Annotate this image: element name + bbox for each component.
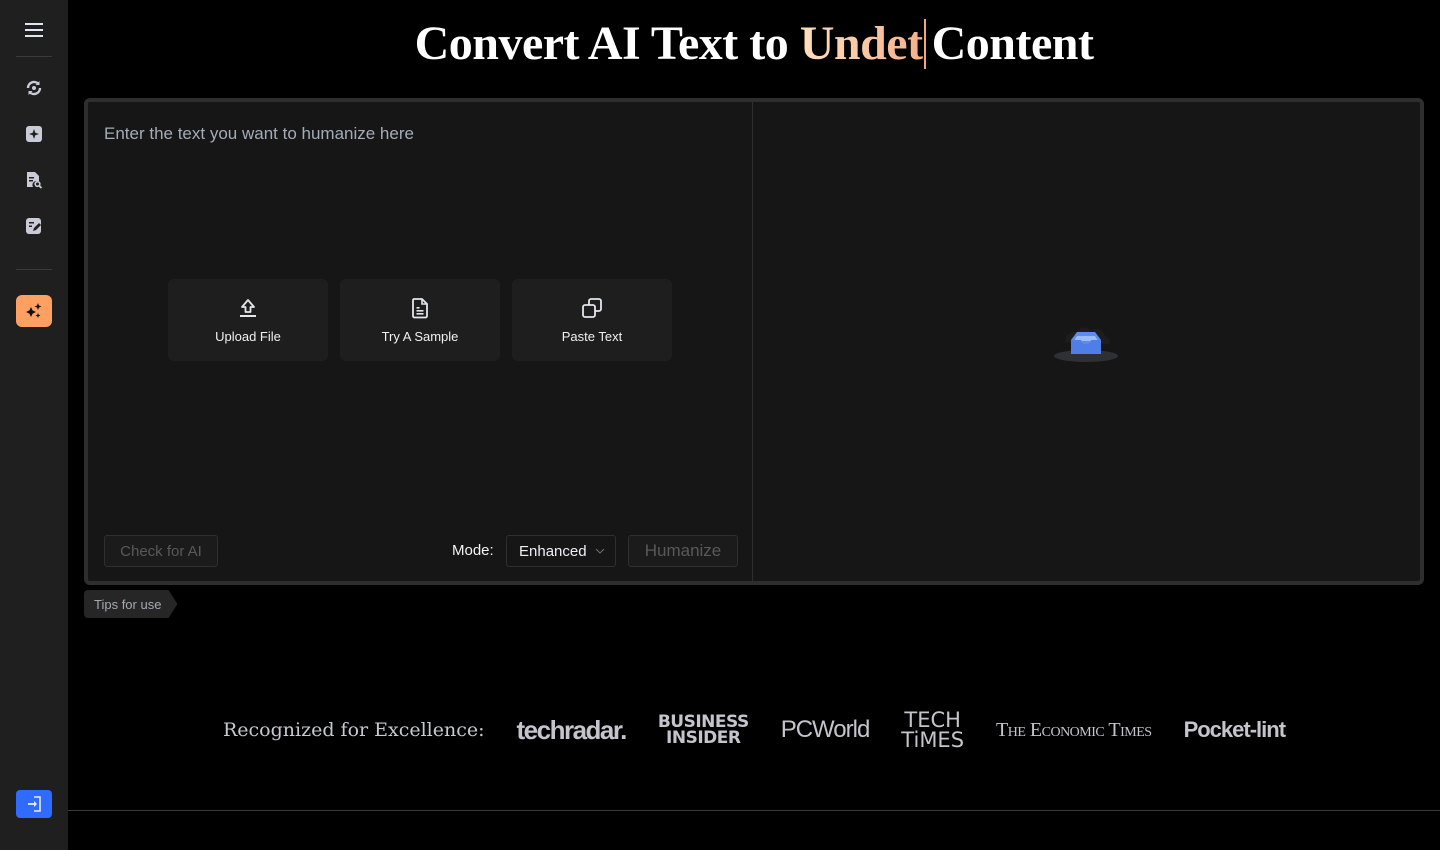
sidebar <box>0 0 68 850</box>
logo-pocket-lint: Pocket-lint <box>1183 717 1286 742</box>
logo-economic-times: The Economic Times <box>996 718 1152 741</box>
logo-line: TiMES <box>901 728 965 752</box>
typing-caret <box>923 19 926 69</box>
mode-label: Mode: <box>452 542 494 559</box>
empty-inbox-icon <box>1054 327 1118 362</box>
title-suffix: Content <box>931 17 1094 70</box>
page-title: Convert AI Text to Undet Content <box>68 16 1440 71</box>
logo-business-insider: BUSINESS INSIDER <box>658 714 749 748</box>
sparkles-icon <box>26 303 42 318</box>
output-pane <box>753 102 1420 581</box>
humanize-button[interactable]: Humanize <box>628 535 738 567</box>
upload-file-label: Upload File <box>215 328 281 344</box>
editor-toolbar: Check for AI Mode: Enhanced Humanize <box>104 535 738 567</box>
logo-techradar: techradar. <box>516 714 628 745</box>
paste-text-label: Paste Text <box>561 328 623 344</box>
input-actions: Upload File Try A Sample Paste Text <box>168 279 672 361</box>
logo-pcworld: PCWorld <box>780 716 871 743</box>
humanizer-editor: Enter the text you want to humanize here… <box>84 98 1424 585</box>
logo-line: INSIDER <box>666 728 741 748</box>
footer-divider <box>68 810 1440 811</box>
sidebar-item-generate[interactable] <box>16 118 52 150</box>
main-content: Convert AI Text to Undet Content Enter th… <box>68 0 1440 850</box>
try-sample-label: Try A Sample <box>381 328 459 344</box>
login-icon <box>28 796 41 812</box>
mode-select[interactable]: Enhanced <box>506 535 616 567</box>
sidebar-divider <box>16 56 52 57</box>
upload-file-button[interactable]: Upload File <box>168 279 328 361</box>
refresh-icon <box>26 80 42 96</box>
title-prefix: Convert AI Text to <box>414 17 789 70</box>
sidebar-item-rewrite[interactable] <box>16 72 52 104</box>
check-for-ai-button[interactable]: Check for AI <box>104 535 218 567</box>
upload-icon <box>240 298 256 317</box>
input-pane[interactable]: Enter the text you want to humanize here… <box>88 102 753 581</box>
copy-icon <box>582 297 602 318</box>
chevron-down-icon <box>595 548 604 554</box>
login-button[interactable] <box>16 790 52 818</box>
try-sample-button[interactable]: Try A Sample <box>340 279 500 361</box>
paste-text-button[interactable]: Paste Text <box>512 279 672 361</box>
title-highlight: Undet <box>799 17 923 70</box>
sidebar-divider <box>16 269 52 270</box>
mode-value: Enhanced <box>519 542 587 560</box>
hamburger-menu-icon <box>25 23 43 37</box>
sidebar-item-editor[interactable] <box>16 210 52 242</box>
menu-button[interactable] <box>16 14 52 46</box>
text-input-placeholder[interactable]: Enter the text you want to humanize here <box>104 124 414 144</box>
document-search-icon <box>27 172 43 189</box>
sidebar-item-humanizer[interactable] <box>16 295 52 327</box>
logo-tech-times: TECH TiMES <box>901 710 965 752</box>
sidebar-item-detector[interactable] <box>16 164 52 196</box>
document-icon <box>412 297 428 318</box>
plus-sparkle-icon <box>26 126 42 142</box>
tips-for-use-tab[interactable]: Tips for use <box>84 590 177 618</box>
edit-note-icon <box>26 218 41 234</box>
recognition-label: Recognized for Excellence: <box>222 719 485 741</box>
recognition-bar: Recognized for Excellence: techradar. BU… <box>68 706 1440 754</box>
